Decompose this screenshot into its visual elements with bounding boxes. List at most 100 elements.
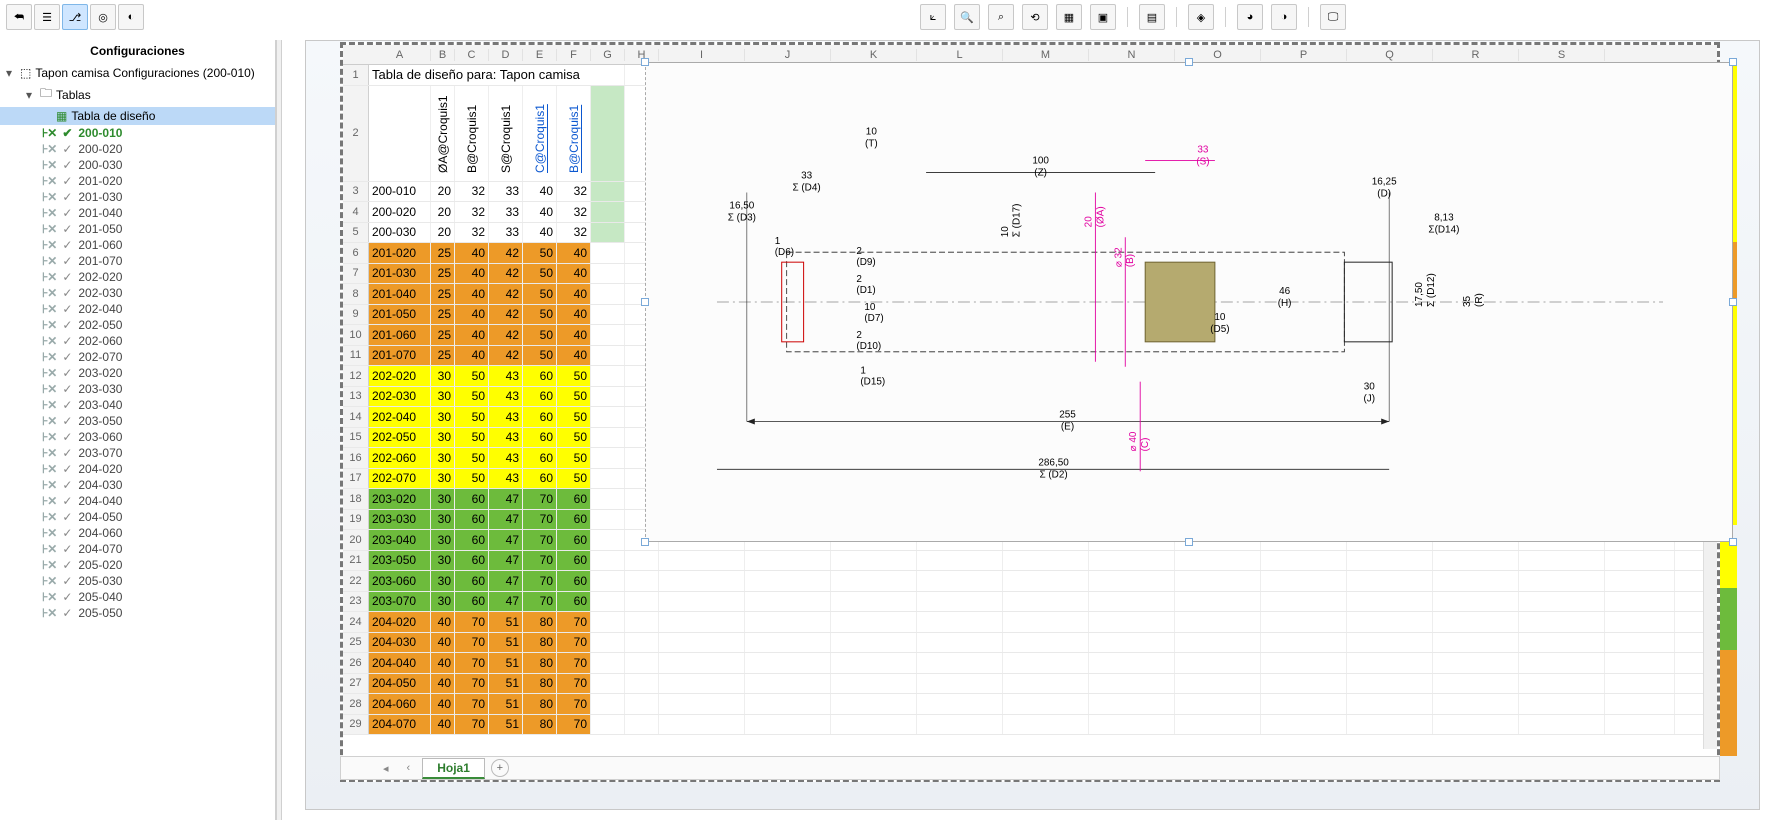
config-item[interactable]: ⊦✕✓202-060 (0, 333, 275, 349)
config-item[interactable]: ⊦✕✓201-060 (0, 237, 275, 253)
col-header[interactable]: S (1519, 49, 1605, 61)
table-row[interactable]: 25204-0304070518070 (343, 633, 1717, 654)
row-header[interactable]: 2 (343, 86, 369, 181)
tab-nav-first[interactable]: ◂ (377, 762, 395, 775)
cmd-config-icon[interactable]: ⎇ (62, 4, 88, 30)
zoom-area-icon[interactable]: ⌕ (988, 4, 1014, 30)
col-header[interactable]: Q (1347, 49, 1433, 61)
resize-handle[interactable] (1729, 538, 1737, 546)
row-header[interactable]: 3 (343, 182, 369, 202)
rotate-icon[interactable]: ⟲ (1022, 4, 1048, 30)
config-item[interactable]: ⊦✕✓204-030 (0, 477, 275, 493)
row-header[interactable]: 20 (343, 530, 369, 550)
config-item[interactable]: ⊦✕✓201-020 (0, 173, 275, 189)
row-header[interactable]: 10 (343, 325, 369, 345)
cmd-back-icon[interactable]: ⮪ (6, 4, 32, 30)
config-item[interactable]: ⊦✕✓203-060 (0, 429, 275, 445)
config-item[interactable]: ⊦✕✓203-030 (0, 381, 275, 397)
config-item[interactable]: ⊦✕✓201-040 (0, 205, 275, 221)
row-header[interactable]: 25 (343, 633, 369, 653)
col-header[interactable]: L (917, 49, 1003, 61)
col-header[interactable]: F (557, 49, 591, 61)
row-header[interactable]: 7 (343, 264, 369, 284)
hide-show-icon[interactable]: ◈ (1188, 4, 1214, 30)
config-item[interactable]: ⊦✕✓201-050 (0, 221, 275, 237)
config-item[interactable]: ⊦✕✓203-020 (0, 365, 275, 381)
row-header[interactable]: 27 (343, 674, 369, 694)
config-item[interactable]: ⊦✕✓204-060 (0, 525, 275, 541)
config-item[interactable]: ⊦✕✓205-040 (0, 589, 275, 605)
design-table-item[interactable]: ▦ Tabla de diseño (0, 107, 275, 125)
row-header[interactable]: 14 (343, 407, 369, 427)
cmd-list-icon[interactable]: ☰ (34, 4, 60, 30)
config-item[interactable]: ⊦✕✓202-070 (0, 349, 275, 365)
table-row[interactable]: 24204-0204070518070 (343, 612, 1717, 633)
table-row[interactable]: 27204-0504070518070 (343, 674, 1717, 695)
col-header[interactable]: R (1433, 49, 1519, 61)
row-header[interactable]: 15 (343, 428, 369, 448)
row-header[interactable]: 24 (343, 612, 369, 632)
config-item[interactable]: ⊦✕✓202-040 (0, 301, 275, 317)
col-header[interactable]: K (831, 49, 917, 61)
col-header[interactable]: P (1261, 49, 1347, 61)
col-header[interactable]: D (489, 49, 523, 61)
col-header[interactable]: E (523, 49, 557, 61)
row-header[interactable]: 22 (343, 571, 369, 591)
row-header[interactable]: 11 (343, 346, 369, 366)
config-item[interactable]: ⊦✕✓204-020 (0, 461, 275, 477)
tab-nav-prev[interactable]: ‹ (401, 762, 417, 774)
col-header[interactable]: N (1089, 49, 1175, 61)
config-item[interactable]: ⊦✕✓200-020 (0, 141, 275, 157)
config-item[interactable]: ⊦✕✓204-050 (0, 509, 275, 525)
config-item[interactable]: ⊦✕✓202-030 (0, 285, 275, 301)
row-header[interactable]: 26 (343, 653, 369, 673)
config-item[interactable]: ⊦✕✓205-030 (0, 573, 275, 589)
add-sheet-button[interactable]: + (491, 759, 509, 777)
config-item[interactable]: ⊦✕✓200-030 (0, 157, 275, 173)
row-header[interactable]: 12 (343, 366, 369, 386)
row-header[interactable]: 16 (343, 448, 369, 468)
config-root[interactable]: ▾ ⬚ Tapon camisa Configuraciones (200-01… (0, 64, 275, 82)
row-header[interactable]: 21 (343, 551, 369, 571)
row-header[interactable]: 9 (343, 305, 369, 325)
row-header[interactable]: 1 (343, 65, 369, 85)
row-header[interactable]: 23 (343, 592, 369, 612)
resize-handle[interactable] (1729, 58, 1737, 66)
table-row[interactable]: 28204-0604070518070 (343, 694, 1717, 715)
col-header[interactable]: I (659, 49, 745, 61)
col-header[interactable]: C (455, 49, 489, 61)
table-row[interactable]: 22203-0603060477060 (343, 571, 1717, 592)
drawing-preview[interactable]: 255 (E) 286,50 Σ (D2) 100 (Z) 10 (T) 33 … (645, 62, 1733, 542)
scene-icon[interactable]: ◑ (1271, 4, 1297, 30)
zoom-fit-icon[interactable]: 🔍 (954, 4, 980, 30)
screen-icon[interactable]: 🖵 (1320, 4, 1346, 30)
table-row[interactable]: 21203-0503060477060 (343, 551, 1717, 572)
config-item[interactable]: ⊦✕✓203-040 (0, 397, 275, 413)
config-item[interactable]: ⊦✕✔200-010 (0, 125, 275, 141)
row-header[interactable]: 29 (343, 715, 369, 735)
col-header[interactable]: J (745, 49, 831, 61)
config-item[interactable]: ⊦✕✓203-070 (0, 445, 275, 461)
config-item[interactable]: ⊦✕✓202-020 (0, 269, 275, 285)
col-header[interactable]: A (369, 49, 431, 61)
config-item[interactable]: ⊦✕✓204-070 (0, 541, 275, 557)
view-orient-icon[interactable]: ▣ (1090, 4, 1116, 30)
row-header[interactable]: 8 (343, 284, 369, 304)
resize-handle[interactable] (641, 298, 649, 306)
triad-icon[interactable]: ⟀ (920, 4, 946, 30)
table-row[interactable]: 29204-0704070518070 (343, 715, 1717, 736)
config-item[interactable]: ⊦✕✓205-050 (0, 605, 275, 621)
resize-handle[interactable] (1185, 58, 1193, 66)
sheet-tab-active[interactable]: Hoja1 (422, 758, 485, 779)
cmd-target-icon[interactable]: ◎ (90, 4, 116, 30)
config-item[interactable]: ⊦✕✓201-070 (0, 253, 275, 269)
section-icon[interactable]: ▦ (1056, 4, 1082, 30)
table-row[interactable]: 26204-0404070518070 (343, 653, 1717, 674)
row-header[interactable]: 4 (343, 202, 369, 222)
resize-handle[interactable] (1185, 538, 1193, 546)
display-style-icon[interactable]: ▤ (1139, 4, 1165, 30)
row-header[interactable]: 5 (343, 223, 369, 243)
config-item[interactable]: ⊦✕✓205-020 (0, 557, 275, 573)
config-item[interactable]: ⊦✕✓204-040 (0, 493, 275, 509)
resize-handle[interactable] (1729, 298, 1737, 306)
